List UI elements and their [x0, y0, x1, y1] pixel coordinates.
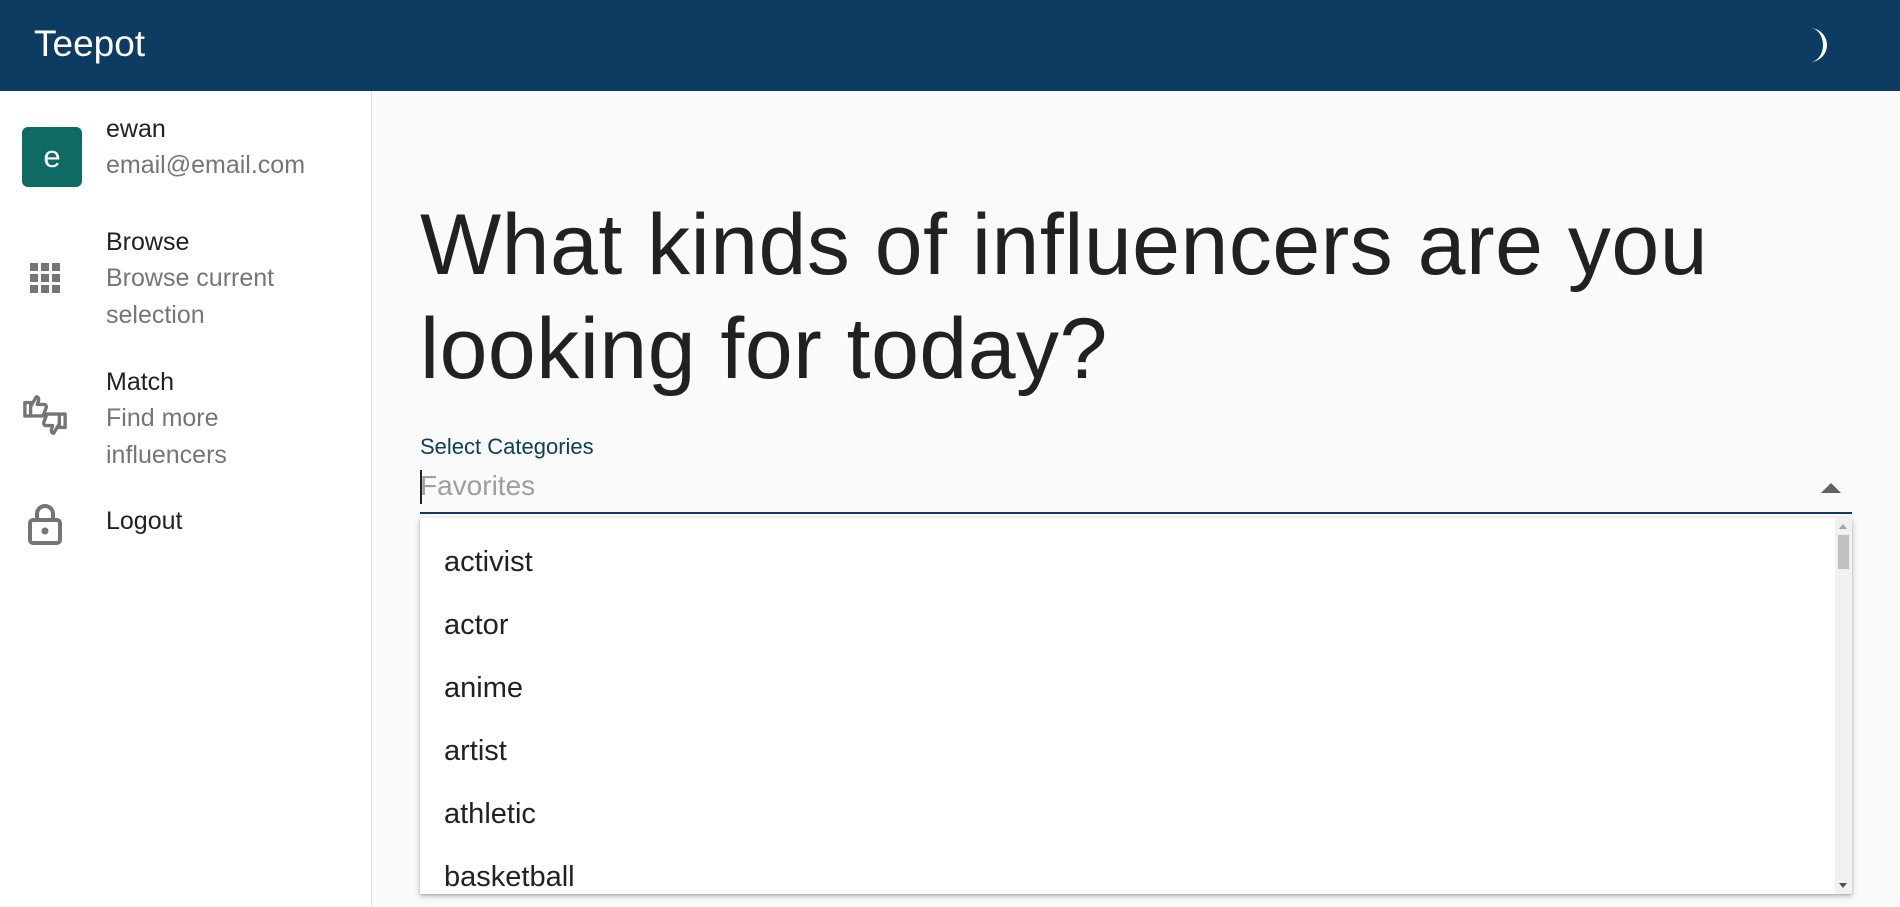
list-item[interactable]: athletic [420, 783, 1835, 846]
sidebar-item-secondary: Browse current [106, 264, 275, 292]
sidebar-item-logout[interactable]: Logout [0, 499, 371, 559]
sidebar-item-secondary: Find more [106, 404, 219, 432]
page-title: What kinds of influencers are you lookin… [420, 193, 1820, 401]
grid-icon [22, 255, 68, 301]
dropdown-scrollbar[interactable] [1835, 518, 1852, 894]
user-email: email@email.com [106, 151, 306, 179]
moon-icon [1810, 28, 1827, 62]
list-item[interactable]: anime [420, 657, 1835, 720]
avatar-letter: e [43, 139, 61, 174]
text-caret [420, 470, 422, 504]
sidebar: e ewan email@email.com Browse Browse cur… [0, 91, 372, 907]
chevron-up-icon[interactable] [1816, 472, 1846, 502]
sidebar-item-secondary: influencers [106, 441, 227, 469]
sidebar-item-label: Match [106, 368, 175, 396]
scrollbar-thumb[interactable] [1838, 535, 1849, 569]
user-name: ewan [106, 115, 166, 143]
theme-toggle-button[interactable] [1794, 22, 1840, 68]
page-title-line: What kinds of influencers are you [420, 197, 1709, 293]
category-options-list: activist actor anime artist athletic bas… [420, 518, 1852, 894]
app-bar: Teepot [0, 0, 1900, 91]
list-item[interactable]: basketball [420, 846, 1835, 894]
list-item[interactable]: activist [420, 531, 1835, 594]
page-title-line: looking for today? [420, 301, 1108, 397]
category-search-input[interactable] [420, 466, 1780, 506]
app-title: Teepot [34, 23, 146, 64]
thumbs-icon [22, 392, 68, 438]
scroll-up-arrow-icon[interactable] [1839, 524, 1847, 529]
list-item[interactable]: actor [420, 594, 1835, 657]
sidebar-item-secondary: selection [106, 301, 205, 329]
sidebar-item-profile[interactable]: e ewan email@email.com [0, 111, 371, 201]
lock-icon [22, 501, 68, 547]
scroll-down-arrow-icon[interactable] [1839, 883, 1847, 888]
sidebar-item-label: Browse [106, 228, 190, 256]
sidebar-item-browse[interactable]: Browse Browse current selection [0, 224, 371, 340]
sidebar-item-match[interactable]: Match Find more influencers [0, 364, 371, 480]
avatar: e [22, 127, 82, 187]
sidebar-item-label: Logout [106, 507, 183, 535]
select-categories-label: Select Categories [420, 434, 594, 459]
list-item[interactable]: artist [420, 720, 1835, 783]
category-select[interactable] [420, 462, 1852, 514]
